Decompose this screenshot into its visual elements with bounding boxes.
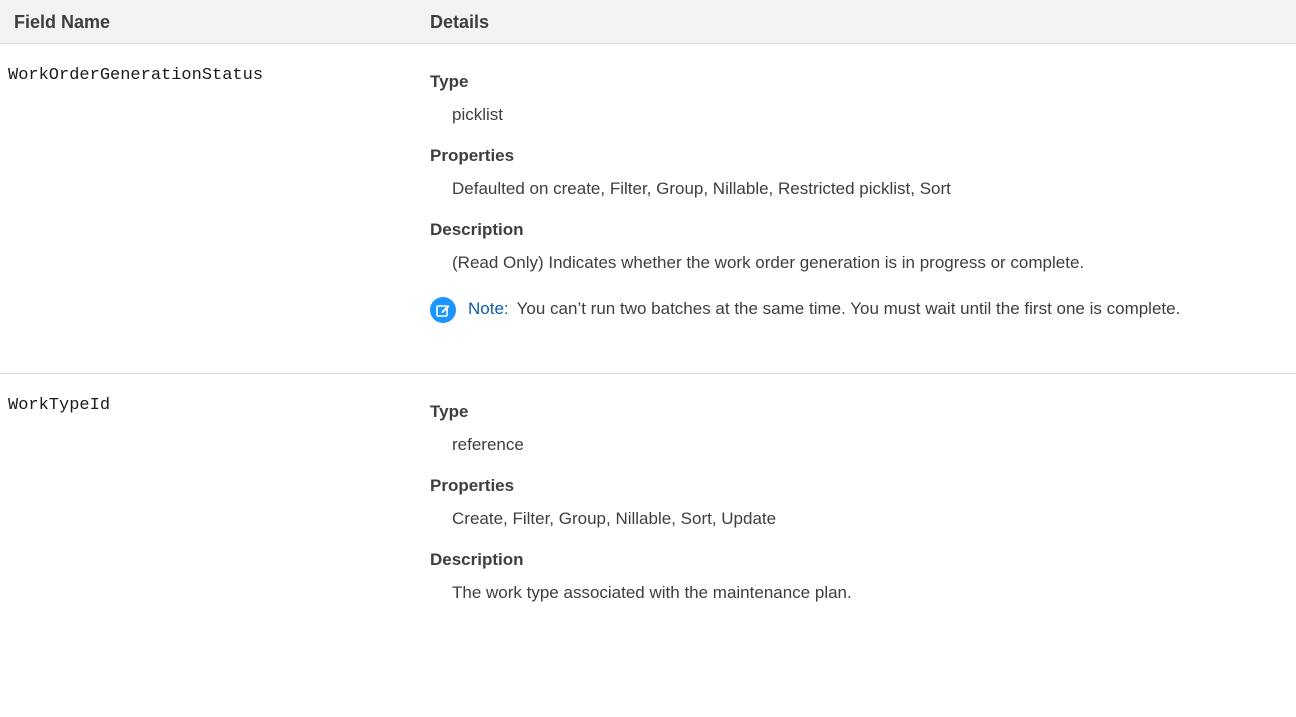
properties-label: Properties [430,146,515,165]
note-label: Note: [468,299,509,318]
description-value: (Read Only) Indicates whether the work o… [452,253,1085,272]
properties-value: Defaulted on create, Filter, Group, Nill… [452,179,951,198]
table-header: Field Name Details [0,0,1296,44]
table-row: WorkTypeId Type reference Properties Cre… [0,374,1296,622]
type-label: Type [430,402,469,421]
type-value: reference [452,435,524,454]
note-body: Note: You can’t run two batches at the sa… [468,294,1180,324]
note-text: You can’t run two batches at the same ti… [516,299,1181,318]
field-name-header: Field Name [14,12,111,32]
description-label: Description [430,550,524,569]
note-callout: Note: You can’t run two batches at the sa… [430,294,1256,344]
field-name-cell: WorkOrderGenerationStatus [8,66,264,85]
edit-note-icon [430,297,456,323]
details-header: Details [430,12,490,32]
details-cell: Type reference Properties Create, Filter… [430,374,1296,622]
description-value: The work type associated with the mainte… [452,583,852,602]
field-name-cell: WorkTypeId [8,396,111,415]
table-row: WorkOrderGenerationStatus Type picklist … [0,44,1296,374]
description-label: Description [430,220,524,239]
type-label: Type [430,72,469,91]
type-value: picklist [452,105,504,124]
field-table: Field Name Details WorkOrderGenerationSt… [0,0,1296,622]
details-cell: Type picklist Properties Defaulted on cr… [430,44,1296,373]
properties-label: Properties [430,476,515,495]
properties-value: Create, Filter, Group, Nillable, Sort, U… [452,509,777,528]
